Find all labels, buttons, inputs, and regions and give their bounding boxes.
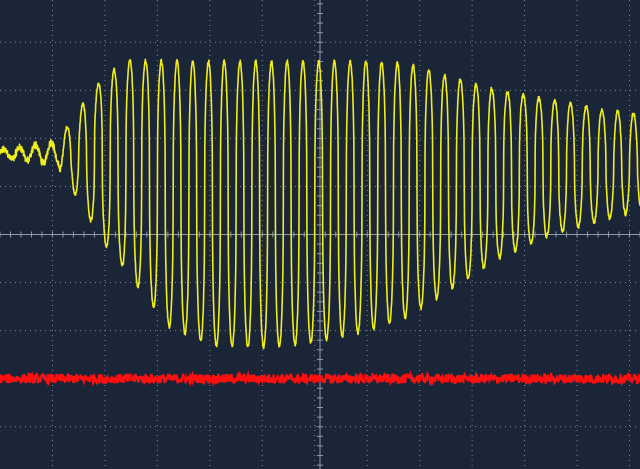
oscilloscope-screen	[0, 0, 640, 469]
